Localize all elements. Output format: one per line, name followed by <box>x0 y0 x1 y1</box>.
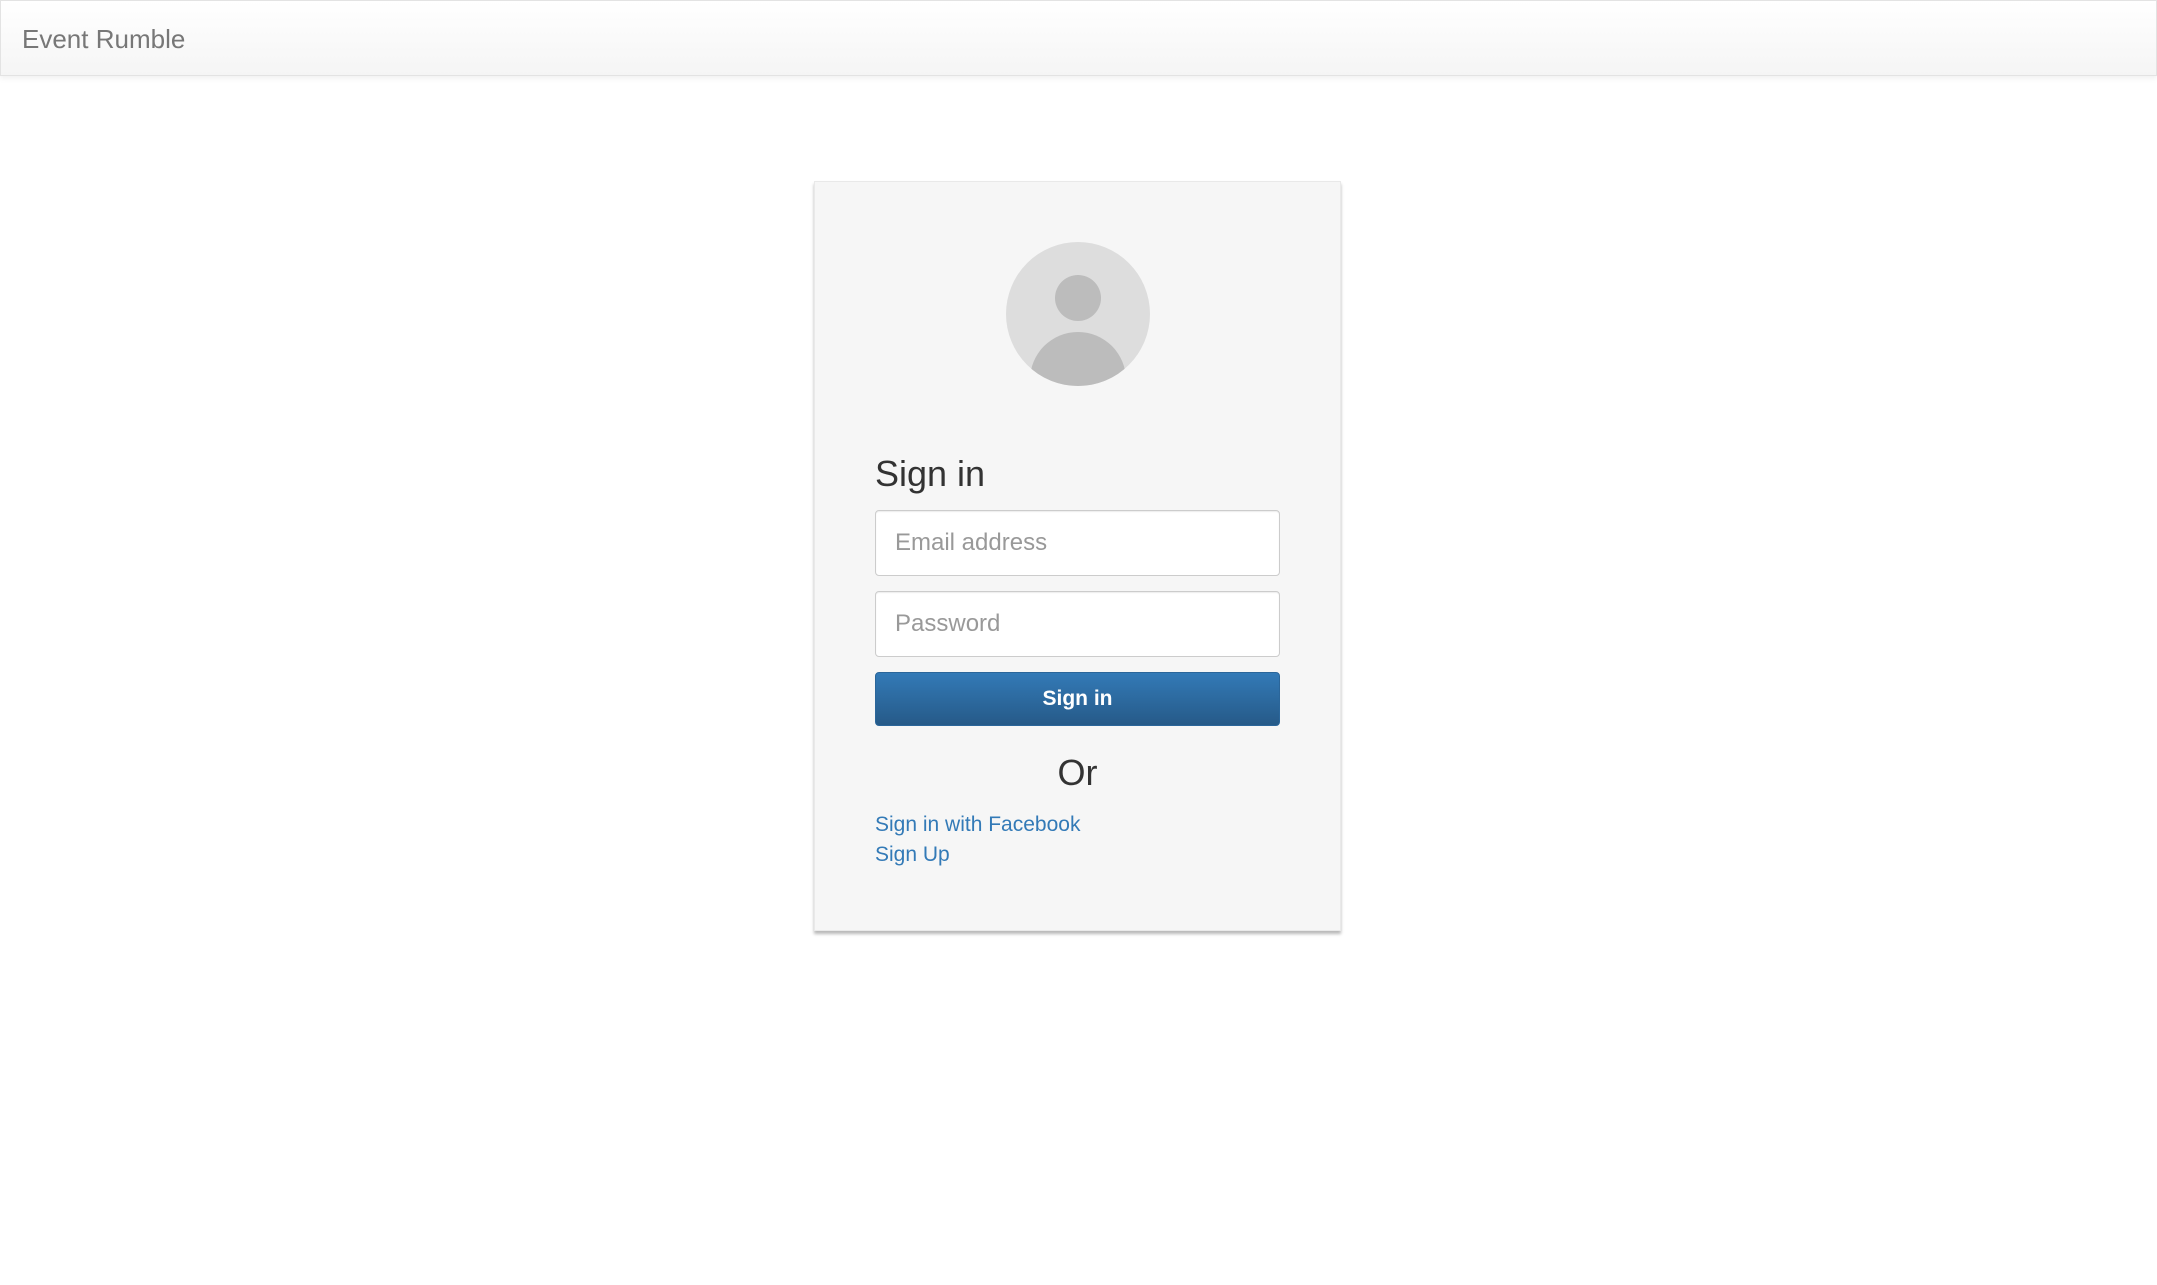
signin-card: Sign in Sign in Or Sign in with Facebook… <box>814 181 1341 931</box>
user-avatar-icon <box>1006 242 1150 386</box>
signup-link[interactable]: Sign Up <box>875 842 950 868</box>
or-divider: Or <box>1057 752 1098 793</box>
signin-heading: Sign in <box>875 453 986 494</box>
password-field[interactable] <box>875 591 1280 657</box>
email-field[interactable] <box>875 510 1280 576</box>
avatar-body-shape <box>1030 332 1126 386</box>
avatar-head-shape <box>1055 275 1101 321</box>
signin-button[interactable]: Sign in <box>875 672 1280 726</box>
brand-link[interactable]: Event Rumble <box>22 23 185 55</box>
signin-facebook-link[interactable]: Sign in with Facebook <box>875 812 1080 838</box>
top-navbar: Event Rumble <box>0 0 2157 76</box>
